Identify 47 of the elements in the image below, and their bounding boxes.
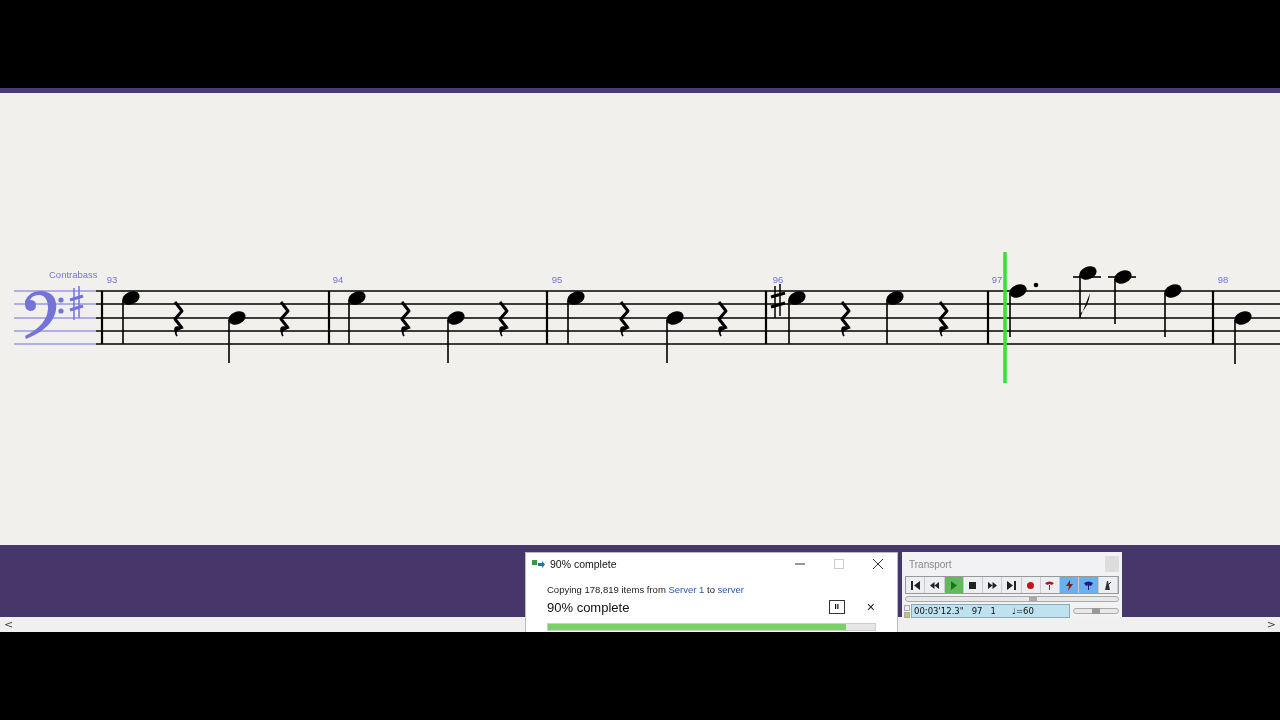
slider-thumb[interactable] <box>1092 608 1100 614</box>
copy-icon <box>532 559 546 569</box>
close-icon <box>872 559 883 569</box>
scroll-left-button[interactable]: < <box>4 619 14 630</box>
bar-counter: 97 <box>971 606 983 616</box>
forward-icon <box>986 579 998 591</box>
measure-number: 93 <box>106 274 118 285</box>
source-link[interactable]: Server 1 <box>668 584 705 595</box>
volume-slider[interactable] <box>1073 608 1119 614</box>
time-counter: 00:03'12.3" <box>914 606 964 616</box>
rewind-button[interactable] <box>925 577 945 593</box>
instrument-name: Contrabass <box>49 269 98 280</box>
stop-icon <box>967 579 979 591</box>
measure-number: 97 <box>991 274 1003 285</box>
record-button[interactable] <box>1021 577 1041 593</box>
panel-title: Transport <box>909 558 953 570</box>
slider-thumb[interactable] <box>1029 596 1038 602</box>
play-icon <box>948 579 960 591</box>
end-icon <box>1005 579 1017 591</box>
live-icon <box>1063 579 1075 591</box>
beat-counter: 1 <box>990 606 996 616</box>
stop-button[interactable] <box>963 577 984 593</box>
record-icon <box>1025 579 1037 591</box>
copy-message: Copying 178,819 items from Server 1 to server <box>547 584 745 595</box>
pause-button[interactable]: II <box>828 600 845 614</box>
start-icon <box>909 579 921 591</box>
cancel-button[interactable]: × <box>866 600 875 614</box>
rewind-icon <box>928 579 940 591</box>
window-title: 90% complete <box>550 558 618 570</box>
live-button[interactable] <box>1060 577 1080 593</box>
position-slider[interactable] <box>905 596 1119 602</box>
replay-button[interactable] <box>1040 577 1061 593</box>
scroll-right-button[interactable]: > <box>1266 619 1276 630</box>
measure-number: 98 <box>1217 274 1229 285</box>
click-button[interactable] <box>1079 577 1099 593</box>
destination-link[interactable]: server <box>717 584 744 595</box>
measure-number: 95 <box>551 274 563 285</box>
start-button[interactable] <box>906 577 926 593</box>
measure-number: 96 <box>772 274 784 285</box>
metronome-icon <box>1102 579 1114 591</box>
progress-heading: 90% complete <box>547 599 631 615</box>
end-button[interactable] <box>1002 577 1022 593</box>
forward-button[interactable] <box>983 577 1003 593</box>
maximize-icon <box>833 559 844 569</box>
measure-number: 94 <box>332 274 344 285</box>
metronome-button[interactable] <box>1098 577 1118 593</box>
tempo-value: ♩=60 <box>1011 606 1034 616</box>
